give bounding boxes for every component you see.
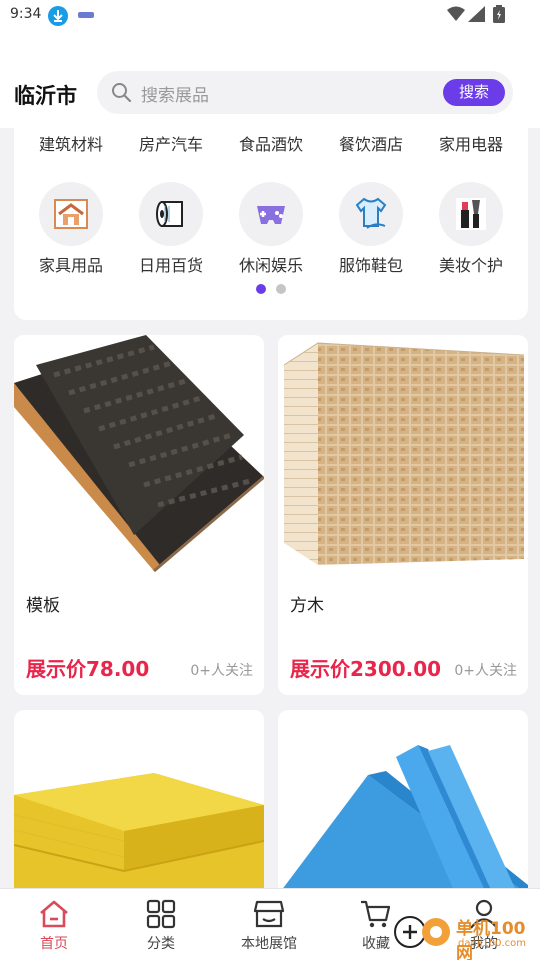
category-icon-bg	[239, 182, 303, 246]
tissue-roll-icon	[156, 201, 183, 227]
search-bar[interactable]: 搜索展品 搜索	[97, 71, 513, 114]
category-label: 日用百货	[138, 256, 203, 275]
category-leisure[interactable]: 休闲娱乐	[221, 182, 321, 276]
tshirt-icon	[355, 197, 387, 229]
watermark-text: 单机100网	[456, 919, 526, 960]
product-follow-count: 0+人关注	[454, 663, 517, 679]
furniture-icon	[54, 199, 88, 229]
product-price: 展示价78.00	[26, 657, 150, 681]
tab-home[interactable]: 首页	[0, 889, 108, 960]
battery-icon	[493, 5, 505, 23]
search-input[interactable]: 搜索展品	[141, 81, 209, 106]
category-icon-bg	[339, 182, 403, 246]
product-follow-count: 0+人关注	[190, 663, 253, 679]
category-home-appliances[interactable]: 家用电器	[421, 131, 521, 155]
category-restaurant-hotel[interactable]: 餐饮酒店	[321, 131, 421, 155]
status-time: 9:34	[10, 6, 42, 22]
download-icon	[48, 6, 68, 26]
notification-icon	[78, 12, 94, 18]
tab-label: 首页	[40, 936, 68, 952]
category-beauty[interactable]: 美妆个护	[421, 182, 521, 276]
home-icon	[40, 900, 68, 928]
category-icon-bg	[439, 182, 503, 246]
product-card[interactable]: 模板 展示价78.00 0+人关注	[14, 335, 264, 695]
category-building-materials[interactable]: 建筑材料	[21, 131, 121, 155]
cart-icon	[361, 900, 391, 928]
watermark-url: danji100.com	[458, 938, 526, 949]
search-icon	[112, 83, 132, 103]
category-real-estate-cars[interactable]: 房产汽车	[121, 131, 221, 155]
category-icon-bg	[39, 182, 103, 246]
category-daily-goods[interactable]: 日用百货	[121, 182, 221, 276]
category-clothing[interactable]: 服饰鞋包	[321, 182, 421, 276]
tab-local-hall[interactable]: 本地展馆	[215, 889, 323, 960]
search-button[interactable]: 搜索	[443, 79, 505, 106]
status-bar: 9:34	[0, 0, 540, 34]
tab-category[interactable]: 分类	[107, 889, 215, 960]
category-panel: 建筑材料 房产汽车 食品酒饮 餐饮酒店 家用电器 家具用品 日用百货 休闲娱乐	[14, 128, 528, 320]
grid-icon	[146, 899, 176, 929]
pager-dot-active[interactable]	[256, 284, 266, 294]
product-card[interactable]	[278, 710, 528, 888]
product-price: 展示价2300.00	[290, 657, 442, 681]
cosmetics-icon	[456, 198, 486, 230]
tab-label: 本地展馆	[241, 936, 297, 952]
wifi-icon	[447, 6, 465, 21]
product-name: 方木	[290, 596, 324, 616]
blue-foam-board-image	[278, 745, 528, 888]
tab-label: 分类	[147, 936, 175, 952]
category-row-top: 建筑材料 房产汽车 食品酒饮 餐饮酒店 家用电器	[14, 131, 528, 155]
category-label: 服饰鞋包	[338, 256, 403, 275]
signal-icon	[468, 6, 485, 22]
category-label: 家具用品	[38, 256, 103, 275]
category-icon-bg	[139, 182, 203, 246]
category-furniture[interactable]: 家具用品	[21, 182, 121, 276]
header-spacer	[0, 34, 540, 54]
category-food-drinks[interactable]: 食品酒饮	[221, 131, 321, 155]
header: 临沂市 搜索展品 搜索	[0, 54, 540, 128]
category-label: 美妆个护	[438, 256, 503, 275]
product-name: 模板	[26, 596, 60, 616]
watermark-logo-icon	[394, 916, 450, 948]
product-card[interactable]: 方木 展示价2300.00 0+人关注	[278, 335, 528, 695]
pager-dot[interactable]	[276, 284, 286, 294]
formwork-board-image	[14, 335, 264, 583]
site-watermark: 单机100网 danji100.com	[390, 910, 540, 960]
yellow-insulation-image	[14, 745, 264, 888]
product-card[interactable]	[14, 710, 264, 888]
category-label: 休闲娱乐	[238, 256, 303, 275]
gamepad-icon	[257, 206, 285, 224]
timber-stack-image	[278, 335, 528, 583]
store-icon	[253, 900, 285, 928]
city-selector[interactable]: 临沂市	[14, 80, 77, 110]
